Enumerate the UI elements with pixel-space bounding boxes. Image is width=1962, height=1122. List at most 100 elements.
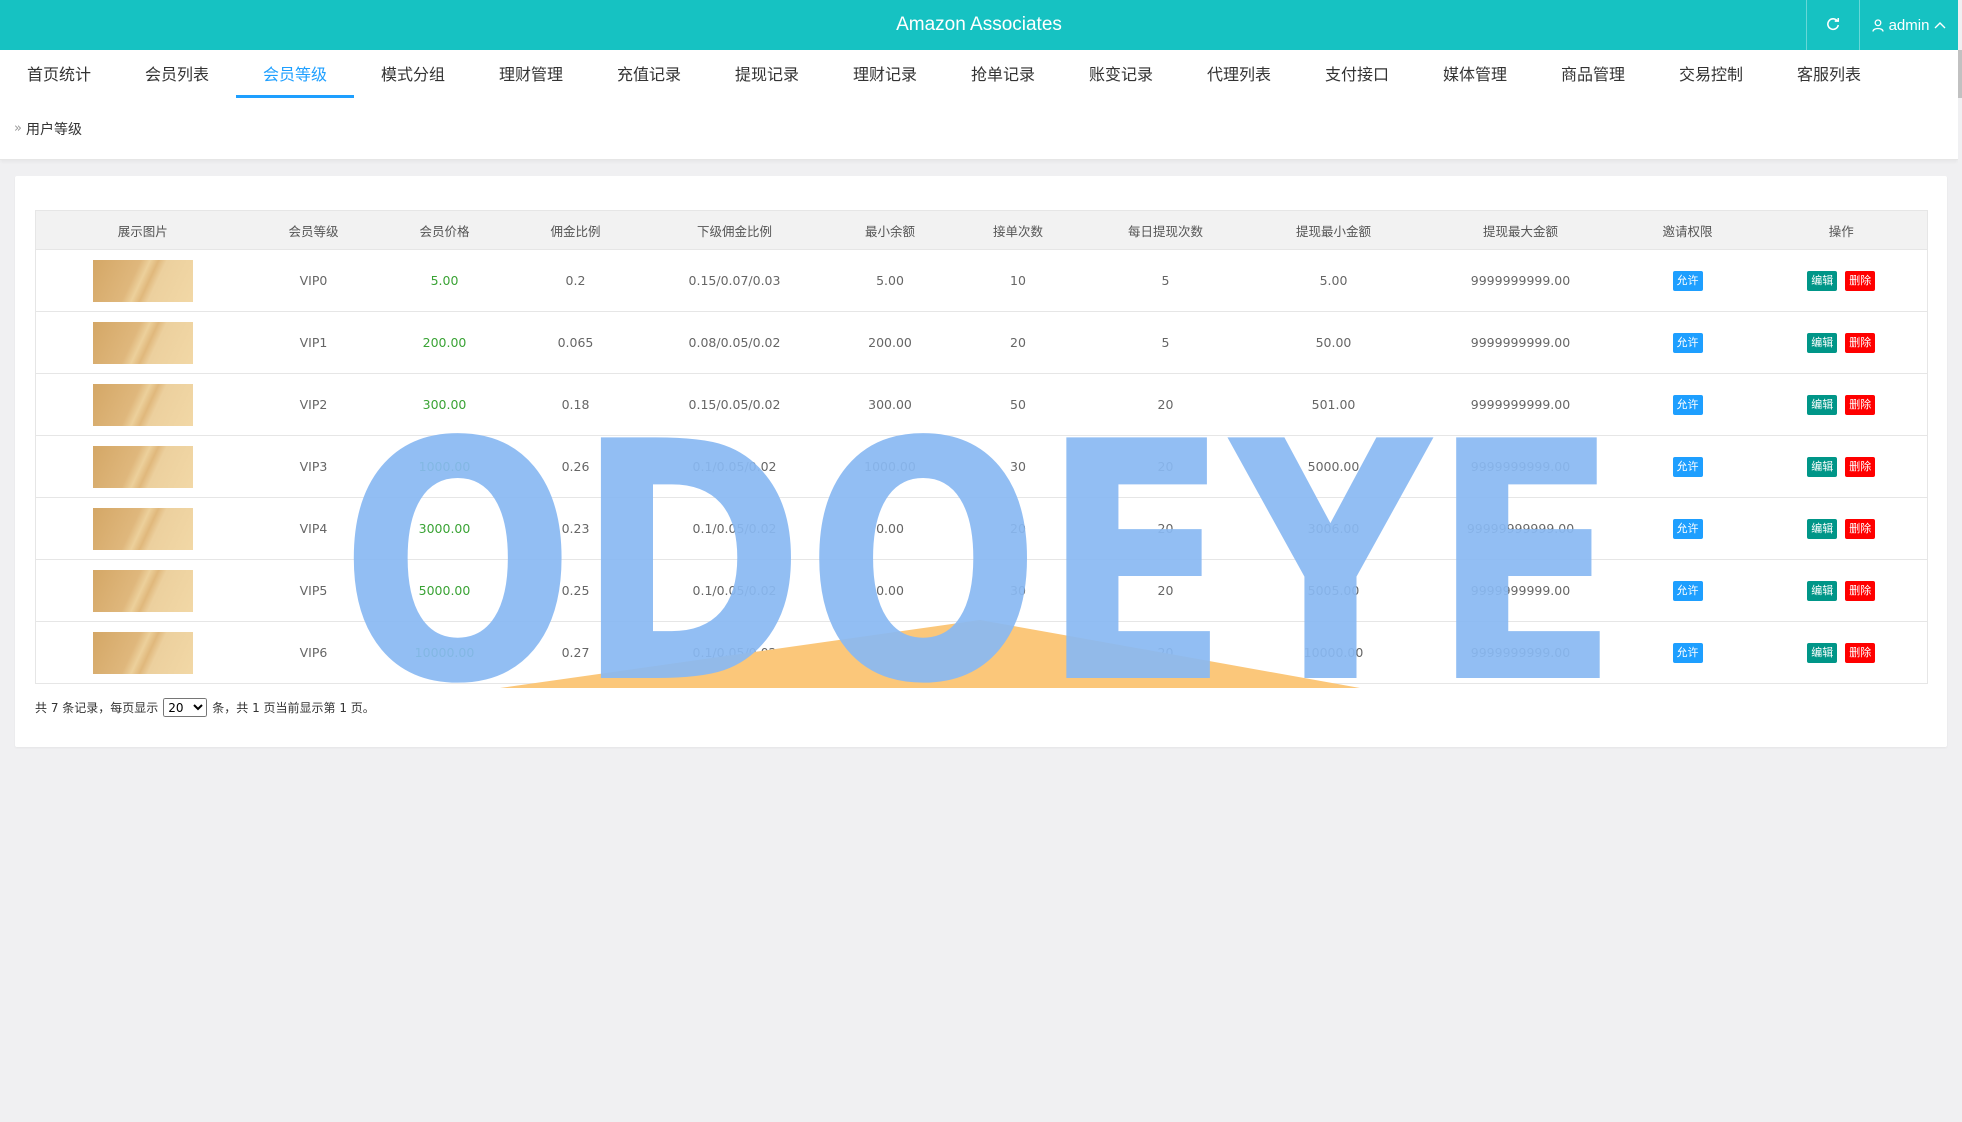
cell-sub-commission: 0.1/0.05/0.02: [639, 435, 830, 498]
delete-button[interactable]: 删除: [1845, 456, 1876, 477]
invite-allow-badge[interactable]: 允许: [1672, 270, 1703, 291]
tab-3[interactable]: 模式分组: [354, 50, 472, 98]
cell-sub-commission: 0.15/0.05/0.02: [639, 373, 830, 436]
cell-withdraw-max: 9999999999.00: [1421, 621, 1620, 684]
pager-suffix: 条，共 1 页当前显示第 1 页。: [212, 701, 375, 715]
cell-sub-commission: 0.1/0.05/0.02: [639, 497, 830, 560]
cell-orders: 30: [950, 559, 1086, 622]
double-chevron-right-icon: »: [14, 121, 22, 136]
cell-withdraw-min: 501.00: [1245, 373, 1422, 436]
cell-commission: 0.065: [511, 311, 640, 374]
delete-button[interactable]: 删除: [1845, 642, 1876, 663]
cell-sub-commission: 0.08/0.05/0.02: [639, 311, 830, 374]
cell-actions: 编辑 删除: [1755, 373, 1928, 436]
cell-price: 10000.00: [377, 621, 512, 684]
cell-orders: 20: [950, 311, 1086, 374]
column-header: 展示图片: [35, 210, 250, 250]
display-image-cell: [35, 249, 250, 312]
cell-withdraw-max: 9999999999.00: [1421, 559, 1620, 622]
tab-9[interactable]: 账变记录: [1062, 50, 1180, 98]
user-menu[interactable]: admin: [1860, 0, 1958, 50]
invite-allow-badge[interactable]: 允许: [1672, 332, 1703, 353]
cell-invite: 允许: [1619, 435, 1756, 498]
table-row: VIP3 1000.00 0.26 0.1/0.05/0.02 1000.00 30 20 5…: [35, 435, 1928, 498]
edit-button[interactable]: 编辑: [1807, 270, 1838, 291]
cell-withdraw-min: 10000.00: [1245, 621, 1422, 684]
tab-0[interactable]: 首页统计: [0, 50, 118, 98]
cell-level: VIP4: [249, 497, 378, 560]
cell-daily-withdraw: 20: [1085, 559, 1246, 622]
cell-price: 300.00: [377, 373, 512, 436]
invite-allow-badge[interactable]: 允许: [1672, 580, 1703, 601]
tab-10[interactable]: 代理列表: [1180, 50, 1298, 98]
user-icon: [1871, 18, 1884, 32]
cell-actions: 编辑 删除: [1755, 435, 1928, 498]
tab-5[interactable]: 充值记录: [590, 50, 708, 98]
cell-level: VIP1: [249, 311, 378, 374]
tab-4[interactable]: 理财管理: [472, 50, 590, 98]
invite-allow-badge[interactable]: 允许: [1672, 394, 1703, 415]
table-row: VIP1 200.00 0.065 0.08/0.05/0.02 200.00 20 5 50…: [35, 311, 1928, 374]
page-size-select[interactable]: 20: [163, 698, 208, 717]
tab-1[interactable]: 会员列表: [118, 50, 236, 98]
tab-14[interactable]: 交易控制: [1652, 50, 1770, 98]
edit-button[interactable]: 编辑: [1807, 518, 1838, 539]
tab-2[interactable]: 会员等级: [236, 50, 354, 98]
tab-7[interactable]: 理财记录: [826, 50, 944, 98]
level-thumbnail[interactable]: [92, 321, 193, 364]
cell-min-balance: 0.00: [829, 559, 951, 622]
cell-price: 200.00: [377, 311, 512, 374]
edit-button[interactable]: 编辑: [1807, 332, 1838, 353]
cell-invite: 允许: [1619, 249, 1756, 312]
delete-button[interactable]: 删除: [1845, 518, 1876, 539]
edit-button[interactable]: 编辑: [1807, 394, 1838, 415]
tab-13[interactable]: 商品管理: [1534, 50, 1652, 98]
cell-invite: 允许: [1619, 559, 1756, 622]
tab-6[interactable]: 提现记录: [708, 50, 826, 98]
cell-daily-withdraw: 20: [1085, 373, 1246, 436]
cell-level: VIP2: [249, 373, 378, 436]
pager-prefix: 共 7 条记录，每页显示: [35, 701, 159, 715]
edit-button[interactable]: 编辑: [1807, 580, 1838, 601]
tab-11[interactable]: 支付接口: [1298, 50, 1416, 98]
tab-8[interactable]: 抢单记录: [944, 50, 1062, 98]
column-header: 提现最小金额: [1245, 210, 1422, 250]
column-header: 邀请权限: [1619, 210, 1756, 250]
invite-allow-badge[interactable]: 允许: [1672, 456, 1703, 477]
cell-daily-withdraw: 5: [1085, 249, 1246, 312]
level-thumbnail[interactable]: [92, 259, 193, 302]
cell-min-balance: 200.00: [829, 311, 951, 374]
display-image-cell: [35, 559, 250, 622]
cell-min-balance: 300.00: [829, 373, 951, 436]
app-title: Amazon Associates: [896, 14, 1062, 35]
vertical-scrollbar[interactable]: [1958, 0, 1962, 1122]
display-image-cell: [35, 373, 250, 436]
level-thumbnail[interactable]: [92, 383, 193, 426]
cell-actions: 编辑 删除: [1755, 249, 1928, 312]
delete-button[interactable]: 删除: [1845, 270, 1876, 291]
delete-button[interactable]: 删除: [1845, 580, 1876, 601]
edit-button[interactable]: 编辑: [1807, 456, 1838, 477]
column-header: 会员等级: [249, 210, 378, 250]
level-thumbnail[interactable]: [92, 445, 193, 488]
chevron-up-icon: [1934, 22, 1946, 29]
scrollbar-thumb[interactable]: [1958, 50, 1962, 98]
level-thumbnail[interactable]: [92, 569, 193, 612]
column-header: 提现最大金额: [1421, 210, 1620, 250]
cell-price: 3000.00: [377, 497, 512, 560]
invite-allow-badge[interactable]: 允许: [1672, 642, 1703, 663]
cell-daily-withdraw: 20: [1085, 621, 1246, 684]
level-thumbnail[interactable]: [92, 507, 193, 550]
invite-allow-badge[interactable]: 允许: [1672, 518, 1703, 539]
cell-actions: 编辑 删除: [1755, 311, 1928, 374]
cell-level: VIP5: [249, 559, 378, 622]
edit-button[interactable]: 编辑: [1807, 642, 1838, 663]
delete-button[interactable]: 删除: [1845, 332, 1876, 353]
tab-12[interactable]: 媒体管理: [1416, 50, 1534, 98]
cell-invite: 允许: [1619, 621, 1756, 684]
refresh-button[interactable]: [1806, 0, 1860, 50]
tab-15[interactable]: 客服列表: [1770, 50, 1888, 98]
delete-button[interactable]: 删除: [1845, 394, 1876, 415]
cell-orders: 60: [950, 621, 1086, 684]
level-thumbnail[interactable]: [92, 631, 193, 674]
